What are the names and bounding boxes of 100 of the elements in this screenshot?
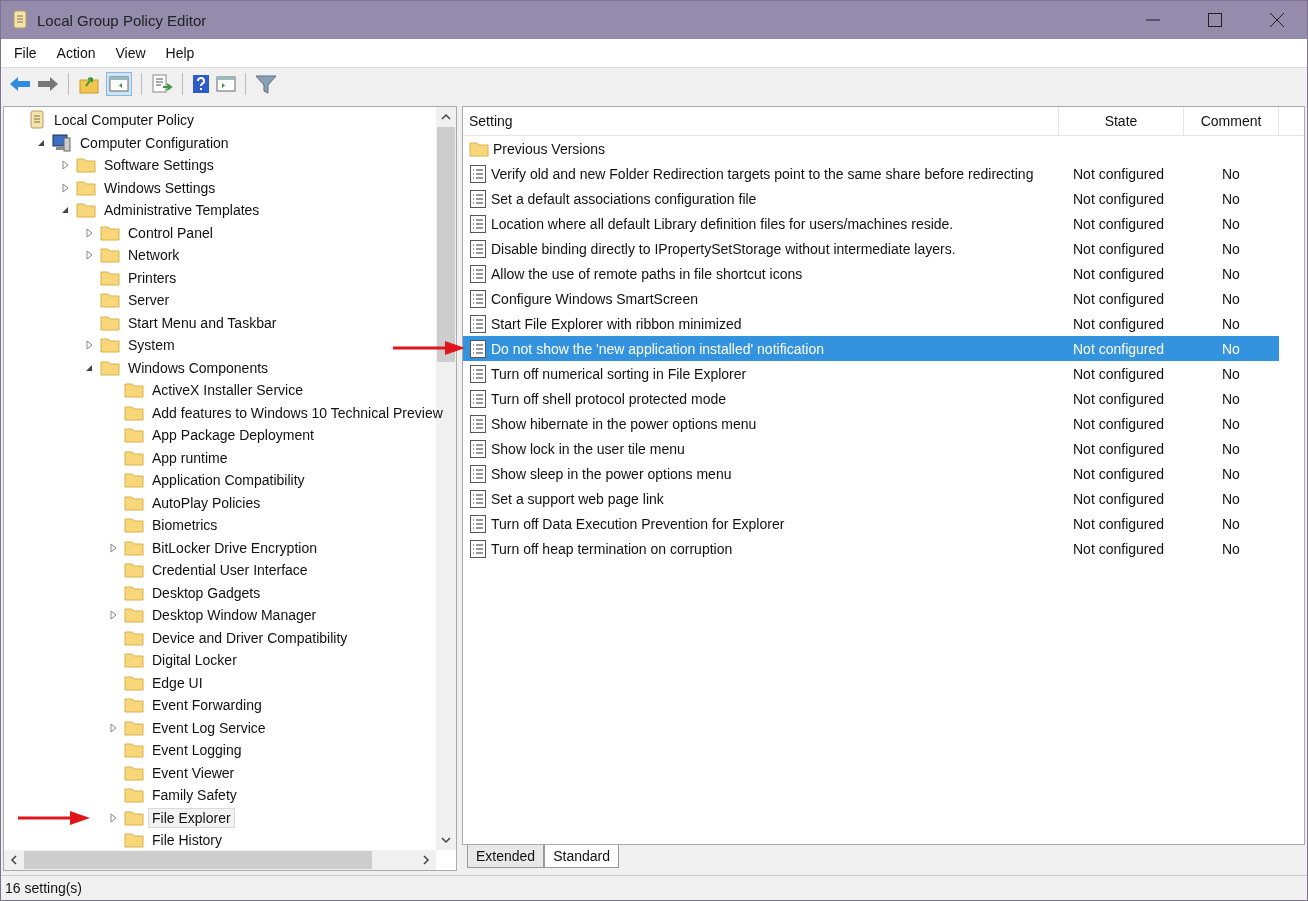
scroll-up-icon[interactable]	[441, 113, 451, 121]
folder-up-icon[interactable]	[78, 74, 100, 94]
folder-icon	[76, 157, 96, 174]
menu-item[interactable]: File	[14, 45, 37, 61]
comment-cell-text: No	[1221, 265, 1241, 282]
setting-row[interactable]: Set a default associations configuration file Not configured No	[463, 186, 1279, 211]
horizontal-scrollbar[interactable]	[4, 850, 436, 870]
tree-item[interactable]: ActiveX Installer Service	[148, 380, 307, 401]
folder-icon	[124, 607, 144, 624]
folder-icon	[100, 292, 120, 309]
tree-item[interactable]: Windows Components	[124, 357, 273, 378]
scroll-left-icon[interactable]	[10, 855, 18, 865]
tree-item[interactable]: Start Menu and Taskbar	[124, 312, 281, 333]
tree-item[interactable]: System	[124, 335, 179, 356]
tree-item[interactable]: Desktop Window Manager	[148, 605, 321, 626]
tree-item[interactable]: AutoPlay Policies	[148, 492, 265, 513]
tree-item[interactable]: App Package Deployment	[148, 425, 318, 446]
scroll-right-icon[interactable]	[422, 855, 430, 865]
maximize-icon[interactable]	[1207, 12, 1223, 28]
folder-icon	[100, 359, 120, 376]
folder-icon	[124, 764, 144, 781]
expand-arrow-icon[interactable]	[60, 160, 70, 171]
setting-name: Disable binding directly to IPropertySetStorage without intermediate layers.	[491, 240, 956, 257]
export-list-icon[interactable]	[151, 74, 173, 94]
tree-item[interactable]: Server	[124, 290, 174, 311]
tree-item[interactable]: Software Settings	[100, 155, 218, 176]
close-icon[interactable]	[1269, 12, 1285, 28]
setting-row[interactable]: Allow the use of remote paths in file shortcut icons Not configured No	[463, 261, 1279, 286]
tree-item[interactable]: Event Forwarding	[148, 695, 266, 716]
tree-item[interactable]: Edge UI	[148, 672, 207, 693]
setting-row[interactable]: Turn off Data Execution Prevention for Explorer Not configured No	[463, 511, 1279, 536]
tree-item[interactable]: Digital Locker	[148, 650, 241, 671]
expand-arrow-icon[interactable]	[84, 250, 94, 261]
expand-arrow-icon[interactable]	[108, 610, 118, 621]
menu-item[interactable]: Help	[165, 45, 195, 61]
tree-item[interactable]: Credential User Interface	[148, 560, 312, 581]
tree-item[interactable]: Windows Settings	[100, 177, 220, 198]
menu-item[interactable]: View	[115, 45, 146, 61]
tree-item[interactable]: App runtime	[148, 447, 232, 468]
tree-item[interactable]: Administrative Templates	[100, 200, 264, 221]
setting-row[interactable]: Turn off numerical sorting in File Explorer Not configured No	[463, 361, 1279, 386]
setting-row[interactable]: Location where all default Library definition files for users/machines reside. Not configured No	[463, 211, 1279, 236]
filter-icon[interactable]	[255, 74, 277, 94]
column-header[interactable]: Setting	[463, 107, 1059, 135]
action-pane-icon[interactable]	[216, 75, 236, 93]
column-header[interactable]: Comment	[1184, 107, 1279, 135]
expand-arrow-icon[interactable]	[84, 227, 94, 238]
comment-cell-text: No	[1221, 340, 1241, 357]
tree-item[interactable]: Device and Driver Compatibility	[148, 627, 352, 648]
setting-row[interactable]: Show sleep in the power options menu Not configured No	[463, 461, 1279, 486]
expand-arrow-icon[interactable]	[84, 340, 94, 351]
setting-row[interactable]: Previous Versions	[463, 136, 1279, 161]
tree-item[interactable]: Biometrics	[148, 515, 222, 536]
tree-item[interactable]: Add features to Windows 10 Technical Preview	[148, 402, 447, 423]
tree-item[interactable]: Event Logging	[148, 740, 246, 761]
state-cell-text: Not configured	[1072, 465, 1166, 482]
setting-row[interactable]: Turn off heap termination on corruption Not configured No	[463, 536, 1279, 561]
tree-item[interactable]: Desktop Gadgets	[148, 582, 265, 603]
tree-item[interactable]: Application Compatibility	[148, 470, 309, 491]
expand-arrow-icon[interactable]	[108, 542, 118, 553]
view-tab[interactable]: Extended	[467, 845, 545, 868]
tree-item[interactable]: File History	[148, 830, 226, 851]
column-header[interactable]: State	[1059, 107, 1184, 135]
setting-row[interactable]: Configure Windows SmartScreen Not configured No	[463, 286, 1279, 311]
tree-item[interactable]: File Explorer	[148, 807, 235, 828]
tree-item[interactable]: Network	[124, 245, 184, 266]
help-icon[interactable]	[192, 74, 210, 94]
setting-row[interactable]: Verify old and new Folder Redirection targets point to the same share before redirecting Not configured No	[463, 161, 1279, 186]
setting-page-icon	[469, 213, 487, 234]
expand-arrow-icon[interactable]	[108, 812, 118, 823]
setting-row[interactable]: Start File Explorer with ribbon minimized Not configured No	[463, 311, 1279, 336]
tree-item[interactable]: Local Computer Policy	[50, 110, 199, 131]
tree-item[interactable]: Control Panel	[124, 222, 217, 243]
collapse-arrow-icon[interactable]	[60, 205, 70, 216]
setting-row[interactable]: Turn off shell protocol protected mode Not configured No	[463, 386, 1279, 411]
state-cell-text: Not configured	[1072, 340, 1166, 357]
menu-item[interactable]: Action	[56, 45, 96, 61]
show-hide-tree-button[interactable]	[106, 72, 132, 96]
back-arrow-icon[interactable]	[9, 75, 31, 93]
state-cell-text: Not configured	[1072, 365, 1166, 382]
setting-page-icon	[469, 388, 487, 409]
tree-item[interactable]: BitLocker Drive Encryption	[148, 537, 321, 558]
tree-item[interactable]: Event Log Service	[148, 717, 270, 738]
tree-item[interactable]: Computer Configuration	[76, 132, 233, 153]
expand-arrow-icon[interactable]	[60, 182, 70, 193]
setting-row[interactable]: Disable binding directly to IPropertySetStorage without intermediate layers. Not configured No	[463, 236, 1279, 261]
setting-name: Set a default associations configuration file	[491, 190, 757, 207]
setting-row[interactable]: Show lock in the user tile menu Not configured No	[463, 436, 1279, 461]
state-cell-text: Not configured	[1072, 265, 1166, 282]
setting-row[interactable]: Show hibernate in the power options menu Not configured No	[463, 411, 1279, 436]
expand-arrow-icon[interactable]	[108, 722, 118, 733]
forward-arrow-icon[interactable]	[37, 75, 59, 93]
scroll-down-icon[interactable]	[441, 836, 451, 844]
setting-name: Show hibernate in the power options menu	[491, 415, 757, 432]
setting-name: Set a support web page link	[491, 490, 664, 507]
tree-item[interactable]: Event Viewer	[148, 762, 239, 783]
tree-item[interactable]: Printers	[124, 267, 181, 288]
setting-row[interactable]: Set a support web page link Not configured No	[463, 486, 1279, 511]
view-tab[interactable]: Standard	[544, 845, 619, 868]
tree-item[interactable]: Family Safety	[148, 785, 241, 806]
